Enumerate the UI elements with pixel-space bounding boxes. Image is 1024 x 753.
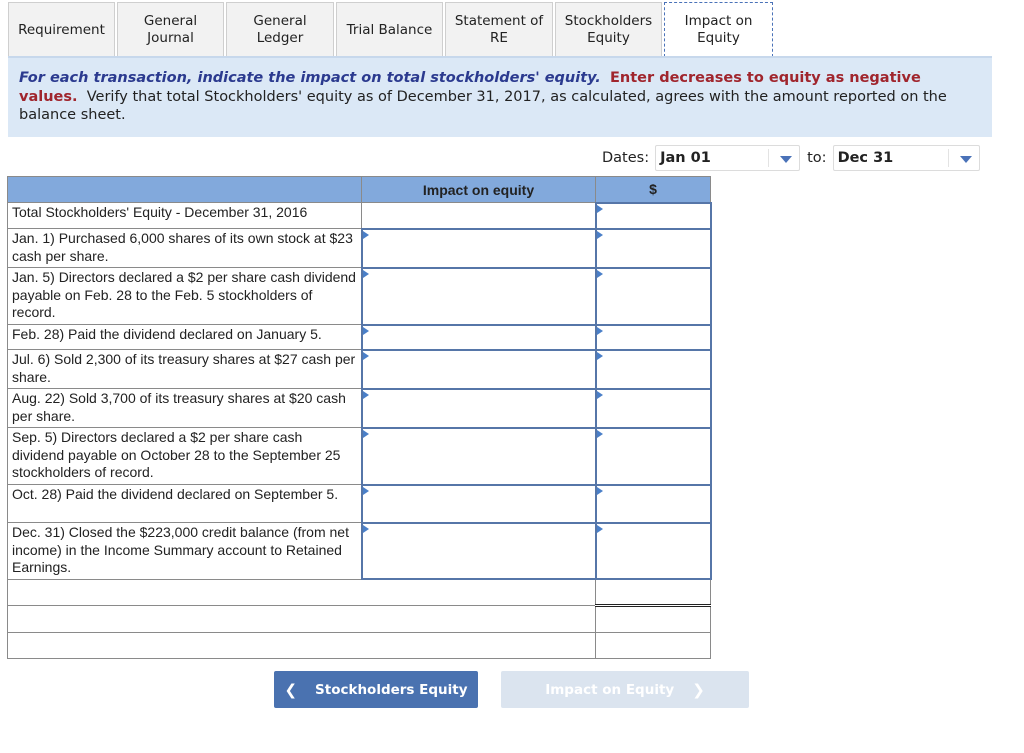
select-divider xyxy=(768,148,770,167)
row-amount-input[interactable] xyxy=(594,201,712,230)
table-row: Total Stockholders' Equity - December 31… xyxy=(7,201,712,230)
row-description: Aug. 22) Sold 3,700 of its treasury shar… xyxy=(7,388,362,428)
row-description: Jan. 5) Directors declared a $2 per shar… xyxy=(7,267,362,325)
table-row: Oct. 28) Paid the dividend declared on S… xyxy=(7,483,712,524)
row-impact-select[interactable] xyxy=(360,387,597,429)
select-divider xyxy=(947,148,949,167)
row-impact-select[interactable] xyxy=(360,426,597,486)
table-row: Jul. 6) Sold 2,300 of its treasury share… xyxy=(7,348,712,390)
tab-statement-of-re[interactable]: Statement of RE xyxy=(445,2,553,57)
row-impact-select[interactable] xyxy=(360,521,597,580)
row-amount-input[interactable] xyxy=(594,323,712,351)
summary-row xyxy=(7,578,711,606)
table-row: Aug. 22) Sold 3,700 of its treasury shar… xyxy=(7,387,712,429)
tab-impact-on-equity[interactable]: Impact on Equity xyxy=(664,2,773,57)
prev-stockholders-equity-button[interactable]: ❮ Stockholders Equity xyxy=(274,671,478,708)
header-impact: Impact on equity xyxy=(361,176,596,203)
tab-bar: Requirement General Journal General Ledger… xyxy=(8,2,775,58)
next-button-label: Impact on Equity xyxy=(545,681,675,698)
summary-row xyxy=(7,631,711,659)
tab-label: General Ledger xyxy=(253,13,307,46)
chevron-down-icon xyxy=(780,155,793,163)
summary-amount xyxy=(595,578,711,606)
date-from-select[interactable]: Jan 01 xyxy=(655,144,801,171)
row-amount-input[interactable] xyxy=(594,483,712,524)
header-amount: $ xyxy=(595,176,711,203)
table-row: Dec. 31) Closed the $223,000 credit bala… xyxy=(7,521,712,580)
row-impact-select[interactable] xyxy=(360,266,597,326)
table-row: Jan. 1) Purchased 6,000 shares of its ow… xyxy=(7,227,712,269)
row-impact-select[interactable] xyxy=(360,348,597,390)
tab-requirement[interactable]: Requirement xyxy=(8,2,115,57)
tab-general-ledger[interactable]: General Ledger xyxy=(226,2,334,57)
next-impact-on-equity-button: Impact on Equity ❯ xyxy=(501,671,749,708)
row-description: Total Stockholders' Equity - December 31… xyxy=(7,202,362,229)
row-amount-input[interactable] xyxy=(594,227,712,269)
summary-amount xyxy=(595,631,711,659)
row-amount-input[interactable] xyxy=(594,266,712,326)
date-to-select[interactable]: Dec 31 xyxy=(832,144,980,171)
row-description: Oct. 28) Paid the dividend declared on S… xyxy=(7,484,362,523)
row-description: Sep. 5) Directors declared a $2 per shar… xyxy=(7,427,362,485)
row-impact-select[interactable] xyxy=(360,483,597,524)
date-to-value: Dec 31 xyxy=(837,149,894,166)
instruction-verify: Verify that total Stockholders' equity a… xyxy=(19,88,947,124)
summary-description xyxy=(7,604,596,633)
dates-to-label: to: xyxy=(807,149,827,166)
chevron-down-icon xyxy=(959,155,972,163)
tab-general-journal[interactable]: General Journal xyxy=(117,2,224,57)
row-amount-input[interactable] xyxy=(594,521,712,580)
instruction-main: For each transaction, indicate the impac… xyxy=(19,70,601,86)
date-range: Dates: Jan 01 to: Dec 31 xyxy=(602,144,980,171)
row-amount-input[interactable] xyxy=(594,426,712,486)
tab-label: Statement of RE xyxy=(454,13,544,46)
summary-amount xyxy=(595,603,711,633)
tab-label: Stockholders Equity xyxy=(564,13,653,46)
row-description: Feb. 28) Paid the dividend declared on J… xyxy=(7,324,362,350)
table-row: Sep. 5) Directors declared a $2 per shar… xyxy=(7,426,712,486)
table-row: Feb. 28) Paid the dividend declared on J… xyxy=(7,323,712,351)
tab-label: Requirement xyxy=(18,21,105,38)
header-description xyxy=(7,176,362,203)
tab-label: Impact on Equity xyxy=(684,13,753,46)
row-impact-select[interactable] xyxy=(360,227,597,269)
chevron-left-icon: ❮ xyxy=(284,680,298,699)
table-row: Jan. 5) Directors declared a $2 per shar… xyxy=(7,266,712,326)
row-description: Jul. 6) Sold 2,300 of its treasury share… xyxy=(7,349,362,389)
row-amount-input[interactable] xyxy=(594,387,712,429)
date-from-value: Jan 01 xyxy=(660,149,711,166)
impact-table: Impact on equity $ Total Stockholders' E… xyxy=(7,176,712,659)
summary-description xyxy=(7,578,596,606)
table-header-row: Impact on equity $ xyxy=(7,176,711,203)
prev-button-label: Stockholders Equity xyxy=(315,681,468,698)
tab-stockholders-equity[interactable]: Stockholders Equity xyxy=(555,2,662,57)
chevron-right-icon: ❯ xyxy=(692,680,705,699)
tab-label: Trial Balance xyxy=(346,21,433,38)
row-impact-cell xyxy=(361,202,596,229)
tab-trial-balance[interactable]: Trial Balance xyxy=(336,2,443,57)
row-description: Jan. 1) Purchased 6,000 shares of its ow… xyxy=(7,228,362,268)
tab-label: General Journal xyxy=(143,13,198,46)
summary-row xyxy=(7,603,711,633)
dates-label: Dates: xyxy=(602,149,650,166)
row-description: Dec. 31) Closed the $223,000 credit bala… xyxy=(7,522,362,580)
summary-description xyxy=(7,631,596,659)
instructions-panel: For each transaction, indicate the impac… xyxy=(8,58,992,137)
row-impact-select[interactable] xyxy=(360,323,597,351)
row-amount-input[interactable] xyxy=(594,348,712,390)
